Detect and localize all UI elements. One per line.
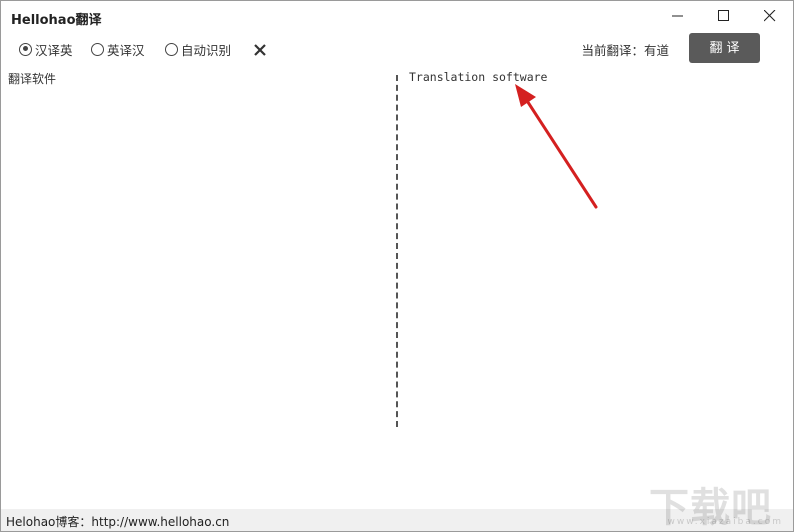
maximize-icon (718, 10, 729, 21)
red-arrow-annotation (515, 84, 598, 209)
toolbar: 汉译英 英译汉 自动识别 当前翻译：有道 (1, 32, 793, 64)
translate-button[interactable]: 翻译 (689, 33, 760, 63)
panel-divider (396, 75, 398, 427)
app-window: Hellohao翻译 汉译英 英译汉 自动识别 当前翻译：有道 翻译 翻译软件 … (0, 0, 794, 532)
radio-label: 汉译英 (35, 42, 73, 58)
close-icon (764, 10, 776, 22)
close-button[interactable] (747, 1, 793, 31)
maximize-button[interactable] (701, 1, 747, 31)
status-text: Helohao博客：http://www.hellohao.cn (6, 515, 230, 529)
site-watermark: 下载吧 www.xiazaiba.com (649, 475, 787, 531)
radio-auto-detect[interactable]: 自动识别 (165, 40, 231, 58)
radio-label: 自动识别 (181, 42, 232, 58)
radio-label: 英译汉 (107, 42, 145, 58)
radio-unchecked-icon (165, 42, 178, 56)
radio-zh-to-en[interactable]: 汉译英 (19, 40, 73, 58)
radio-checked-icon (19, 42, 32, 56)
engine-label: 当前翻译：有道 (581, 43, 669, 58)
radio-unchecked-icon (91, 42, 104, 56)
window-title: Hellohao翻译 (11, 13, 102, 28)
close-x-icon (254, 44, 266, 56)
title-bar: Hellohao翻译 (1, 1, 793, 32)
clear-button[interactable] (253, 42, 267, 56)
watermark-url: www.xiazaiba.com (667, 517, 783, 527)
radio-en-to-zh[interactable]: 英译汉 (91, 40, 145, 58)
minimize-icon (672, 15, 683, 17)
minimize-button[interactable] (655, 1, 701, 31)
source-text-area[interactable]: 翻译软件 (8, 70, 388, 425)
